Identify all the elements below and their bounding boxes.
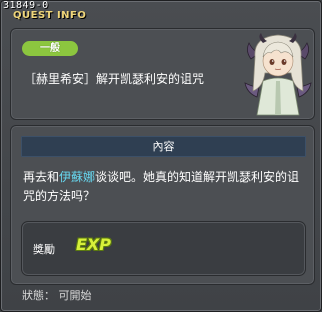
npc-name-link: 伊蘇娜	[59, 170, 96, 184]
quest-category-badge: 一般	[22, 41, 78, 56]
quest-name: ［赫里希安］解开凯瑟利安的诅咒	[24, 72, 205, 86]
quest-status: 狀態： 可開始	[22, 289, 92, 302]
npc-portrait	[244, 33, 312, 116]
content-header: 內容	[21, 136, 306, 157]
description-text: 再去和	[23, 170, 60, 184]
window-title: QUEST INFO	[13, 10, 87, 21]
quest-summary-panel: 一般 ［赫里希安］解开凯瑟利安的诅咒	[10, 28, 315, 120]
quest-detail-panel: 內容 再去和伊蘇娜谈谈吧。她真的知道解开凯瑟利安的诅咒的方法吗？ 獎勵 EXP	[10, 125, 315, 285]
quest-description: 再去和伊蘇娜谈谈吧。她真的知道解开凯瑟利安的诅咒的方法吗？	[23, 168, 306, 206]
quest-info-window: 31849-0 QUEST INFO 一般 ［赫里希安］解开凯瑟利安的诅咒 內容…	[0, 0, 322, 312]
exp-reward-icon: EXP	[76, 235, 111, 254]
reward-box: 獎勵 EXP	[21, 221, 306, 276]
reward-label: 獎勵	[33, 243, 55, 256]
